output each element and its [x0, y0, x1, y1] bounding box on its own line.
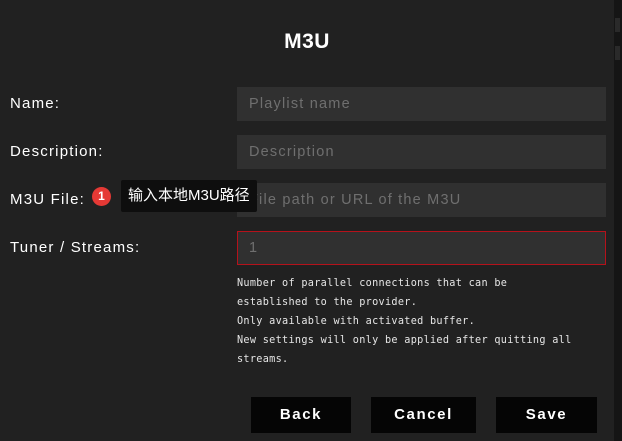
- description-input[interactable]: [237, 135, 606, 169]
- help-line: streams.: [237, 354, 289, 365]
- description-label: Description:: [10, 143, 104, 160]
- window-edge: [614, 0, 622, 441]
- help-line: New settings will only be applied after …: [237, 335, 572, 346]
- annotation-tooltip: 输入本地M3U路径: [121, 180, 257, 212]
- tuner-label: Tuner / Streams:: [10, 239, 141, 256]
- tuner-input[interactable]: [237, 231, 606, 265]
- edge-marker: [615, 46, 620, 60]
- dialog-title: M3U: [284, 30, 330, 53]
- step-badge: 1: [92, 187, 111, 206]
- help-line: established to the provider.: [237, 297, 418, 308]
- m3u-file-input[interactable]: [237, 183, 606, 217]
- cancel-button[interactable]: Cancel: [371, 397, 476, 433]
- m3u-file-label: M3U File:: [10, 191, 85, 208]
- tuner-help-text: Number of parallel connections that can …: [237, 274, 611, 369]
- back-button[interactable]: Back: [251, 397, 351, 433]
- name-input[interactable]: [237, 87, 606, 121]
- m3u-dialog: M3U Name: Description: M3U File: Tuner /…: [0, 0, 614, 441]
- save-button[interactable]: Save: [496, 397, 597, 433]
- name-label: Name:: [10, 95, 61, 112]
- help-line: Number of parallel connections that can …: [237, 278, 508, 289]
- help-line: Only available with activated buffer.: [237, 316, 476, 327]
- edge-marker: [615, 18, 620, 32]
